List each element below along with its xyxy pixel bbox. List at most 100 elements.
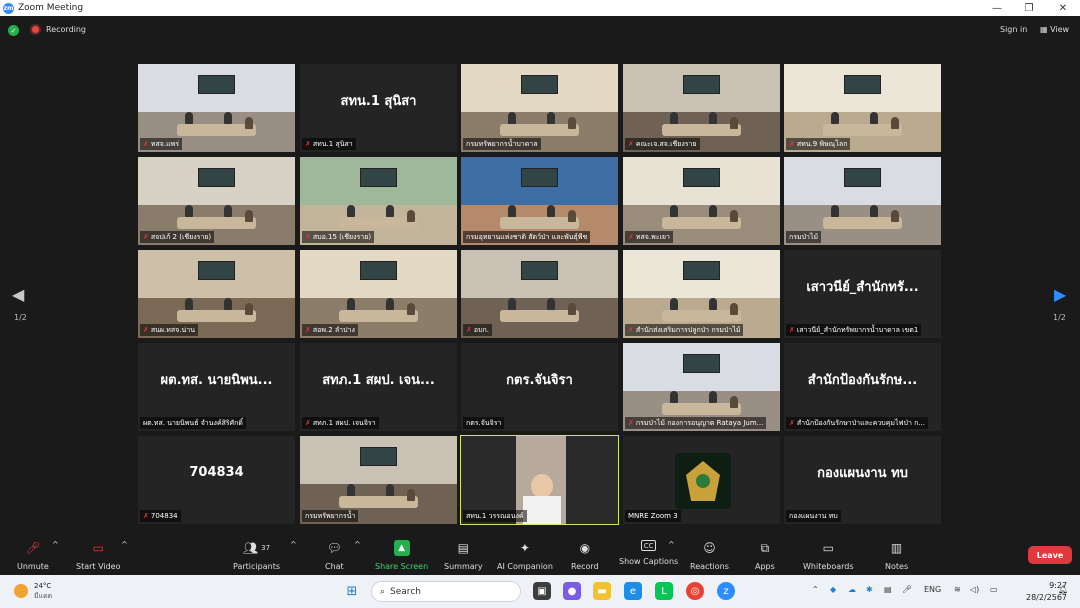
wifi-icon[interactable]: ≋ bbox=[954, 585, 961, 594]
mic-muted-icon: ✗ bbox=[305, 419, 311, 427]
participant-tile[interactable]: ✗ สนผ.ทสจ.น่าน bbox=[138, 250, 295, 338]
participant-name-label: ✗ สทภ.1 สผป. เจนจิรา bbox=[302, 417, 379, 429]
participant-tile[interactable]: สทน.1 วรรณอนงค์ bbox=[460, 435, 619, 525]
notes-label: Notes bbox=[885, 562, 909, 571]
participant-name-label: ✗ สอพ.2 ลำปาง bbox=[302, 324, 358, 336]
ai-companion-button[interactable]: ✦ AI Companion bbox=[497, 540, 553, 571]
mic-muted-icon: ✗ bbox=[305, 140, 311, 148]
close-button[interactable]: ✕ bbox=[1046, 0, 1080, 16]
task-view-icon[interactable]: ▣ bbox=[533, 582, 551, 600]
sign-in-button[interactable]: Sign in bbox=[1000, 25, 1027, 34]
windows-taskbar: 24°C มีแดด ⊞ ⌕ Search ▣ ● ▬ e L ◎ z ⌃ ◆ … bbox=[0, 575, 1080, 608]
participant-tile[interactable]: ✗ ทสจ.พะเยา bbox=[623, 157, 780, 245]
next-page-arrow-icon[interactable]: ▶ bbox=[1054, 285, 1066, 304]
prev-page-arrow-icon[interactable]: ◀ bbox=[12, 285, 24, 304]
line-app-icon[interactable]: L bbox=[655, 582, 673, 600]
participant-tile[interactable]: ✗ สจปเก้ 2 (เชียงราย) bbox=[138, 157, 295, 245]
apps-button[interactable]: ⧉ Apps bbox=[755, 540, 775, 572]
participant-name-text: สอพ.2 ลำปาง bbox=[312, 325, 355, 334]
teams-chat-icon[interactable]: ● bbox=[563, 582, 581, 600]
tray-bluetooth-icon[interactable]: ✱ bbox=[866, 585, 873, 594]
participant-tile[interactable]: 704834 ✗ 704834 bbox=[138, 436, 295, 524]
audio-options-chevron-icon[interactable]: ^ bbox=[52, 540, 59, 549]
participant-name-label: ✗ 704834 bbox=[140, 510, 181, 522]
participant-tile[interactable]: เสาวนีย์_สำนักทรั... ✗ เสาวนีย์_สำนักทรัพย… bbox=[784, 250, 941, 338]
notification-bell-icon[interactable]: 🔔︎ bbox=[1058, 585, 1068, 594]
battery-icon[interactable]: ▭ bbox=[990, 585, 998, 594]
participant-tile[interactable]: กรมทรัพยากรน้ำบาดาล bbox=[461, 64, 618, 152]
windows-start-icon[interactable]: ⊞ bbox=[343, 582, 361, 600]
participant-display-name: 704834 bbox=[189, 464, 244, 480]
chrome-browser-icon[interactable]: ◎ bbox=[686, 582, 704, 600]
tray-mic-icon[interactable]: 🎤︎ bbox=[902, 585, 912, 594]
participant-tile[interactable]: สทน.1 สุนิสา ✗ สทน.1 สุนิสา bbox=[300, 64, 457, 152]
view-button[interactable]: ▦ View bbox=[1040, 25, 1069, 34]
participant-name-label: ✗ เสาวนีย์_สำนักทรัพยากรน้ำบาดาล เขต1 bbox=[786, 324, 922, 336]
participant-tile[interactable]: กรมทรัพยากรน้ำ bbox=[300, 436, 457, 524]
participant-tile[interactable]: ✗ คณะเจ.สจ.เชียงราย bbox=[623, 64, 780, 152]
participant-name-label: ✗ สบอ.15 (เชียงราย) bbox=[302, 231, 375, 243]
minimize-button[interactable]: — bbox=[980, 0, 1014, 16]
tray-cloud-icon[interactable]: ☁ bbox=[848, 585, 856, 594]
participant-name-text: กรมป่าไม้ bbox=[789, 232, 819, 241]
participants-chevron-icon[interactable]: ^ bbox=[290, 540, 297, 549]
participant-name-text: คณะเจ.สจ.เชียงราย bbox=[635, 139, 697, 148]
participant-name-text: กตร.จันจิรา bbox=[466, 418, 502, 427]
reactions-button[interactable]: ☺ Reactions bbox=[690, 540, 729, 571]
participant-tile[interactable]: กรมอุทยานแห่งชาติ สัตว์ป่า และพันธุ์พืช bbox=[461, 157, 618, 245]
participant-tile[interactable]: กองแผนงาน ทบ กองแผนงาน ทบ bbox=[784, 436, 941, 524]
unmute-label: Unmute bbox=[17, 562, 49, 571]
summary-label: Summary bbox=[444, 562, 483, 571]
chat-button[interactable]: 💬︎ Chat bbox=[325, 540, 344, 571]
notes-button[interactable]: ▥ Notes bbox=[885, 540, 908, 571]
start-video-button[interactable]: ▭ Start Video bbox=[76, 540, 121, 571]
unmute-button[interactable]: 🎤︎ Unmute bbox=[17, 540, 49, 571]
share-screen-icon: ▲ bbox=[393, 540, 410, 556]
participant-tile[interactable]: ✗ สทน.9 พิษณุโลก bbox=[784, 64, 941, 152]
participant-tile[interactable]: MNRE Zoom 3 bbox=[623, 436, 780, 524]
participant-name-text: สทน.1 สุนิสา bbox=[312, 139, 353, 148]
mic-muted-icon: ✗ bbox=[305, 326, 311, 334]
edge-browser-icon[interactable]: e bbox=[624, 582, 642, 600]
participant-display-name: สทภ.1 สผป. เจน... bbox=[322, 372, 435, 388]
mic-muted-icon: ✗ bbox=[466, 326, 472, 334]
pager-right: 1/2 bbox=[1053, 313, 1066, 322]
volume-icon[interactable]: ◁) bbox=[970, 585, 979, 594]
tray-network-drive-icon[interactable]: ◆ bbox=[830, 585, 836, 594]
weather-widget[interactable]: 24°C มีแดด bbox=[14, 581, 52, 601]
participant-tile[interactable]: ผต.ทส. นายนิพน... ผต.ทส. นายนิพนธ์ จำนงค์… bbox=[138, 343, 295, 431]
captions-chevron-icon[interactable]: ^ bbox=[668, 540, 675, 549]
captions-icon: CC bbox=[641, 540, 657, 551]
participant-tile[interactable]: สทภ.1 สผป. เจน... ✗ สทภ.1 สผป. เจนจิรา bbox=[300, 343, 457, 431]
tray-device-icon[interactable]: ▤ bbox=[884, 585, 892, 594]
file-explorer-icon[interactable]: ▬ bbox=[593, 582, 611, 600]
chat-chevron-icon[interactable]: ^ bbox=[354, 540, 361, 549]
participant-tile[interactable]: ✗ อบก. bbox=[461, 250, 618, 338]
tray-overflow-chevron-icon[interactable]: ⌃ bbox=[812, 585, 819, 594]
zoom-taskbar-icon[interactable]: z bbox=[717, 582, 735, 600]
taskbar-search[interactable]: ⌕ Search bbox=[371, 581, 521, 602]
leave-button[interactable]: Leave bbox=[1028, 546, 1072, 564]
whiteboards-button[interactable]: ▭ Whiteboards bbox=[803, 540, 854, 571]
video-options-chevron-icon[interactable]: ^ bbox=[121, 540, 128, 549]
recording-indicator[interactable]: Recording bbox=[30, 24, 86, 35]
participant-tile[interactable]: กรมป่าไม้ bbox=[784, 157, 941, 245]
record-button[interactable]: ◉ Record bbox=[571, 540, 599, 571]
participant-tile[interactable]: ✗ สอพ.2 ลำปาง bbox=[300, 250, 457, 338]
participant-tile[interactable]: กตร.จันจิรา กตร.จันจิรา bbox=[461, 343, 618, 431]
participant-name-text: อบก. bbox=[473, 325, 489, 334]
summary-button[interactable]: ▤ Summary bbox=[444, 540, 483, 571]
chat-label: Chat bbox=[325, 562, 344, 571]
language-indicator[interactable]: ENG bbox=[924, 585, 941, 594]
participant-tile[interactable]: ✗ สำนักส่งเสริมการปลูกป่า กรมป่าไม้ bbox=[623, 250, 780, 338]
restore-button[interactable]: ❐ bbox=[1012, 0, 1046, 16]
participant-tile[interactable]: ✗ กรมป่าไม้ กองการอนุญาต Rataya Jum... bbox=[623, 343, 780, 431]
participant-tile[interactable]: ✗ สบอ.15 (เชียงราย) bbox=[300, 157, 457, 245]
participants-button[interactable]: 👥︎ 37 Participants bbox=[233, 540, 280, 571]
participant-tile[interactable]: สำนักป้องกันรักษ... ✗ สำนักป้องกันรักษาป่า… bbox=[784, 343, 941, 431]
share-screen-button[interactable]: ▲ Share Screen bbox=[375, 540, 428, 571]
shield-check-icon[interactable]: ✓ bbox=[8, 25, 19, 36]
mic-muted-icon: ✗ bbox=[143, 326, 149, 334]
summary-icon: ▤ bbox=[457, 541, 469, 555]
participant-tile[interactable]: ✗ ทสจ.แพร่ bbox=[138, 64, 295, 152]
